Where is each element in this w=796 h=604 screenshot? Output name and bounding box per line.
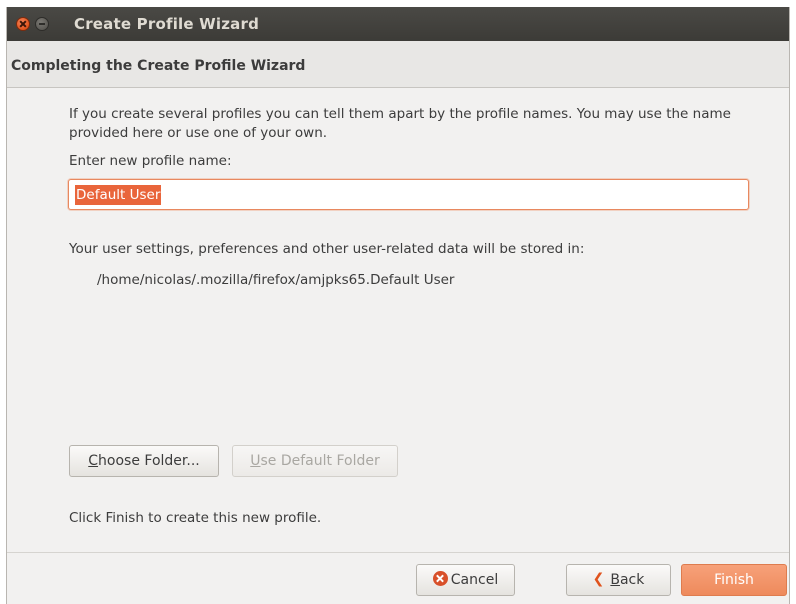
profile-name-value: Default User bbox=[75, 185, 162, 205]
footer-divider bbox=[7, 552, 789, 553]
wizard-window: Create Profile Wizard Completing the Cre… bbox=[6, 7, 790, 604]
storage-info-text: Your user settings, preferences and othe… bbox=[69, 241, 585, 257]
profile-name-label: Enter new profile name: bbox=[69, 153, 232, 169]
back-arrow-icon: ❮ bbox=[592, 570, 605, 587]
use-default-folder-mnemonic: U bbox=[250, 453, 261, 469]
choose-folder-button[interactable]: Choose Folder... bbox=[69, 445, 219, 477]
title-bar: Create Profile Wizard bbox=[7, 7, 789, 41]
intro-text: If you create several profiles you can t… bbox=[69, 106, 731, 141]
choose-folder-label: hoose Folder... bbox=[98, 453, 200, 469]
minimize-icon[interactable] bbox=[35, 17, 49, 31]
page-title: Completing the Create Profile Wizard bbox=[11, 58, 306, 74]
finish-label: Finish bbox=[714, 572, 754, 588]
cancel-button[interactable]: Cancel bbox=[416, 564, 515, 596]
close-icon[interactable] bbox=[16, 17, 30, 31]
use-default-folder-button[interactable]: Use Default Folder bbox=[232, 445, 398, 477]
back-label: ack bbox=[619, 572, 645, 588]
finish-hint: Click Finish to create this new profile. bbox=[69, 510, 322, 526]
window-title: Create Profile Wizard bbox=[74, 15, 260, 33]
finish-button[interactable]: Finish bbox=[681, 564, 787, 596]
wizard-content: If you create several profiles you can t… bbox=[7, 88, 789, 552]
profile-name-input[interactable]: Default User bbox=[68, 179, 749, 210]
wizard-header: Completing the Create Profile Wizard bbox=[7, 41, 789, 88]
use-default-folder-label: se Default Folder bbox=[260, 453, 380, 469]
cancel-label: Cancel bbox=[450, 572, 499, 588]
cancel-icon bbox=[432, 571, 448, 586]
choose-folder-mnemonic: C bbox=[88, 453, 99, 469]
back-button[interactable]: ❮ Back bbox=[566, 564, 671, 596]
back-mnemonic: B bbox=[610, 572, 620, 588]
storage-path: /home/nicolas/.mozilla/firefox/amjpks65.… bbox=[97, 272, 455, 288]
